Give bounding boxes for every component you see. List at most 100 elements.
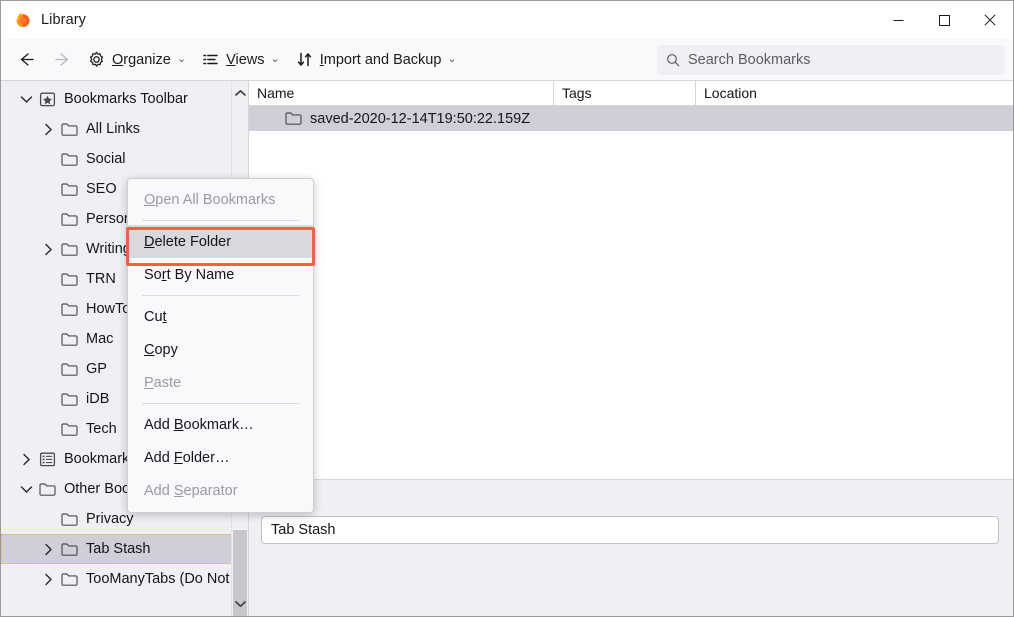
folder-context-menu[interactable]: Open All Bookmarks Delete Folder Sort By N… <box>127 178 314 513</box>
organize-button[interactable]: Organize ⌄ <box>81 45 193 75</box>
bookmarks-list-pane: Name Tags Location saved-2020-12-14T19:5… <box>249 81 1013 616</box>
sidebar-item-label: TooManyTabs (Do Not Delete) <box>86 571 242 587</box>
sidebar-item-toomanytabs-do-not-delete[interactable]: TooManyTabs (Do Not Delete) <box>1 564 248 594</box>
chevron-right-icon[interactable] <box>37 123 59 136</box>
bookmarks-list: saved-2020-12-14T19:50:22.159Z <box>249 106 1013 479</box>
organize-label: Organize <box>112 51 171 68</box>
forward-button[interactable] <box>45 45 79 75</box>
window-title: Library <box>41 12 87 28</box>
menu-item-add-bookmark[interactable]: Add Bookmark… <box>128 408 313 441</box>
menu-item-label: Sort By Name <box>144 266 235 283</box>
folder-icon <box>59 332 79 347</box>
folder-icon <box>37 482 57 497</box>
import-and-backup-button[interactable]: Import and Backup ⌄ <box>289 45 464 75</box>
sidebar-item-bookmarks-toolbar[interactable]: Bookmarks Toolbar <box>1 84 248 114</box>
folder-icon <box>59 242 79 257</box>
folder-icon <box>59 422 79 437</box>
close-button[interactable] <box>967 1 1013 39</box>
menu-item-label: Add Bookmark… <box>144 416 254 433</box>
chevron-right-icon[interactable] <box>37 243 59 256</box>
bookmarks-menu-icon <box>37 452 57 467</box>
menu-item-label: Delete Folder <box>144 233 232 250</box>
folder-icon <box>59 152 79 167</box>
menu-item-open-all-bookmarks: Open All Bookmarks <box>128 183 313 216</box>
chevron-down-icon: ⌄ <box>447 53 457 65</box>
table-row[interactable]: saved-2020-12-14T19:50:22.159Z <box>249 106 1013 131</box>
folder-icon <box>59 272 79 287</box>
import-export-arrows-icon <box>296 51 313 68</box>
chevron-down-icon: ⌄ <box>270 53 280 65</box>
menu-item-label: Cut <box>144 308 167 325</box>
folder-icon <box>59 572 79 587</box>
folder-icon <box>59 512 79 527</box>
views-button[interactable]: Views ⌄ <box>195 45 287 75</box>
sidebar-item-label: TRN <box>86 271 116 287</box>
sidebar-item-label: SEO <box>86 181 117 197</box>
sidebar-item-label: HowTo <box>86 301 131 317</box>
menu-item-add-separator: Add Separator <box>128 474 313 507</box>
menu-item-label: Add Folder… <box>144 449 230 466</box>
chevron-right-icon[interactable] <box>37 543 59 556</box>
chevron-down-icon[interactable] <box>15 485 37 494</box>
menu-item-cut[interactable]: Cut <box>128 300 313 333</box>
sidebar-item-tab-stash[interactable]: Tab Stash <box>1 534 248 564</box>
chevron-right-icon[interactable] <box>15 453 37 466</box>
item-name-field[interactable]: Tab Stash <box>261 516 999 544</box>
menu-item-copy[interactable]: Copy <box>128 333 313 366</box>
item-info-pane: Tab Stash <box>249 479 1013 616</box>
column-header-tags[interactable]: Tags <box>554 81 696 105</box>
chevron-down-icon: ⌄ <box>176 53 187 65</box>
minimize-button[interactable] <box>875 1 921 39</box>
menu-item-label: Copy <box>144 341 178 358</box>
chevron-up-icon[interactable] <box>232 84 248 101</box>
firefox-logo-icon <box>15 12 31 28</box>
sidebar-item-label: Privacy <box>86 511 134 527</box>
menu-item-label: Add Separator <box>144 482 238 499</box>
menu-item-label: Open All Bookmarks <box>144 191 276 208</box>
folder-icon <box>59 302 79 317</box>
folder-icon <box>59 212 79 227</box>
menu-separator <box>142 403 299 404</box>
sidebar-item-label: Bookmarks Toolbar <box>64 91 188 107</box>
column-header-name[interactable]: Name <box>249 81 554 105</box>
folder-icon <box>59 122 79 137</box>
menu-item-label: Paste <box>144 374 182 391</box>
library-window: Library Organize ⌄ Views ⌄ Import and Ba… <box>0 0 1014 617</box>
table-cell-name: saved-2020-12-14T19:50:22.159Z <box>310 110 531 127</box>
sidebar-item-social[interactable]: Social <box>1 144 248 174</box>
import-and-backup-label: Import and Backup <box>319 51 442 68</box>
title-bar: Library <box>1 1 1013 39</box>
column-headers: Name Tags Location <box>249 81 1013 106</box>
views-label: Views <box>226 51 265 68</box>
chevron-down-icon[interactable] <box>232 595 248 612</box>
folder-icon <box>285 111 302 126</box>
sidebar-item-label: All Links <box>86 121 140 137</box>
list-view-icon <box>202 51 219 68</box>
search-placeholder: Search Bookmarks <box>688 52 811 68</box>
menu-item-sort-by-name[interactable]: Sort By Name <box>128 258 313 291</box>
gear-icon <box>88 51 105 68</box>
menu-separator <box>142 295 299 296</box>
menu-separator <box>142 220 299 221</box>
search-icon <box>666 53 680 67</box>
folder-icon <box>59 392 79 407</box>
library-toolbar: Organize ⌄ Views ⌄ Import and Backup ⌄ S… <box>1 39 1013 81</box>
back-button[interactable] <box>9 45 43 75</box>
search-input[interactable]: Search Bookmarks <box>657 45 1005 75</box>
column-header-location[interactable]: Location <box>696 81 1013 105</box>
maximize-button[interactable] <box>921 1 967 39</box>
sidebar-item-all-links[interactable]: All Links <box>1 114 248 144</box>
item-name-value: Tab Stash <box>271 522 336 538</box>
menu-item-delete-folder[interactable]: Delete Folder <box>128 225 313 258</box>
sidebar-item-label: GP <box>86 361 107 377</box>
menu-item-add-folder[interactable]: Add Folder… <box>128 441 313 474</box>
folder-icon <box>59 182 79 197</box>
sidebar-item-label: Tab Stash <box>86 541 151 557</box>
chevron-right-icon[interactable] <box>37 573 59 586</box>
sidebar-item-label: Writing <box>86 241 131 257</box>
menu-item-paste: Paste <box>128 366 313 399</box>
sidebar-item-label: Social <box>86 151 126 167</box>
sidebar-item-label: iDB <box>86 391 110 407</box>
chevron-down-icon[interactable] <box>15 95 37 104</box>
bookmarks-toolbar-icon <box>37 92 57 107</box>
